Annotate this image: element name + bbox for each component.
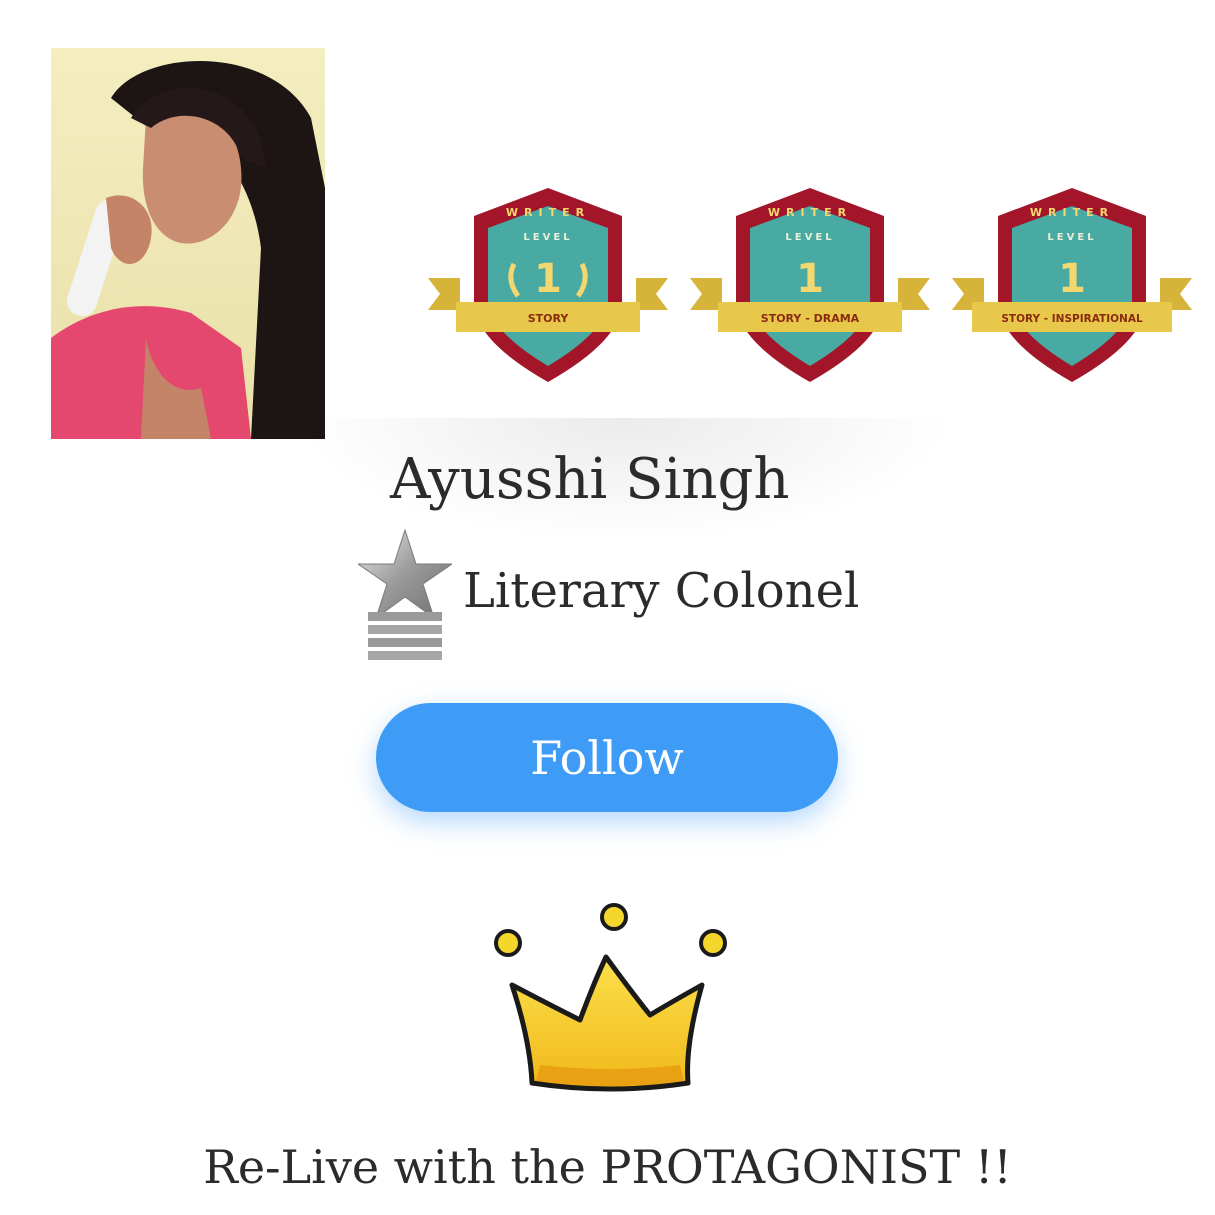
badge-category: STORY — [528, 312, 570, 325]
badge-level-number: 1 — [796, 256, 824, 302]
profile-tagline: Re-Live with the PROTAGONIST !! — [203, 1140, 1012, 1194]
badge-level-label: LEVEL — [1047, 232, 1096, 243]
ribbon-left-tail — [690, 278, 722, 310]
badge-arc-text: WRITER — [768, 206, 852, 219]
profile-name: Ayusshi Singh — [390, 447, 790, 512]
badge-arc-text: WRITER — [506, 206, 590, 219]
ribbon-right-tail — [636, 278, 668, 310]
writer-badge-story-drama: WRITER LEVEL 1 STORY - DRAMA — [690, 180, 930, 390]
silver-star-rank-icon — [358, 528, 452, 666]
badge-category: STORY - INSPIRATIONAL — [1001, 313, 1143, 325]
rank-title: Literary Colonel — [463, 563, 860, 619]
writer-badge-story: WRITER LEVEL 1 STORY — [428, 180, 668, 390]
follow-button[interactable]: Follow — [376, 703, 838, 812]
ribbon-right-tail — [898, 278, 930, 310]
badge-category: STORY - DRAMA — [761, 312, 860, 325]
badge-arc-text: WRITER — [1030, 206, 1114, 219]
profile-photo — [51, 48, 325, 439]
badge-level-number: 1 — [534, 256, 562, 302]
writer-badge-story-inspirational: WRITER LEVEL 1 STORY - INSPIRATIONAL — [952, 180, 1192, 390]
ribbon-left-tail — [428, 278, 460, 310]
crown-icon — [480, 895, 740, 1095]
badge-level-label: LEVEL — [785, 232, 834, 243]
badge-level-label: LEVEL — [523, 232, 572, 243]
badge-level-number: 1 — [1058, 256, 1086, 302]
